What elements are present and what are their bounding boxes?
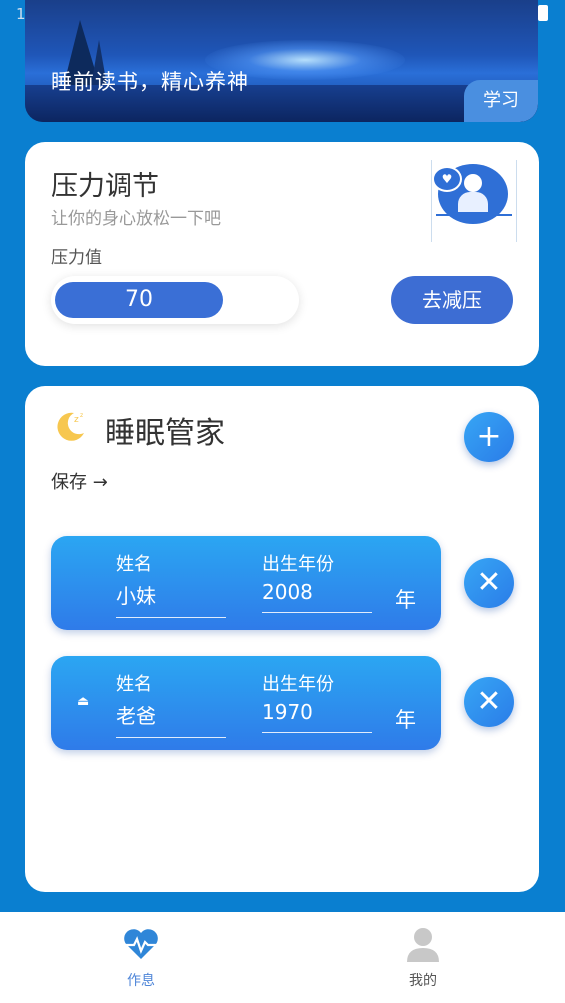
bottom-tab-bar: 作息 我的 (0, 912, 565, 1003)
delete-person-button[interactable]: ✕ (464, 558, 514, 608)
eject-icon: ⏏ (77, 694, 90, 709)
add-person-button[interactable]: + (464, 412, 514, 462)
meditation-illustration: ♥ (431, 160, 517, 242)
stress-progress-track: 70 (51, 276, 299, 324)
name-label: 姓名 (116, 674, 152, 695)
illustration-head (464, 174, 482, 192)
birth-year-label: 出生年份 (262, 674, 334, 695)
birth-year-field[interactable]: 2008 (262, 580, 372, 613)
svg-text:z: z (74, 415, 79, 425)
year-unit: 年 (395, 708, 416, 732)
heart-icon: ♥ (432, 166, 462, 192)
moon-icon: z z (52, 408, 86, 442)
tab-schedule[interactable]: 作息 (71, 912, 211, 1003)
user-icon (403, 924, 443, 964)
stress-title: 压力调节 (51, 171, 159, 202)
stress-progress-fill: 70 (55, 282, 223, 318)
svg-text:z: z (80, 412, 83, 419)
name-label: 姓名 (116, 554, 152, 575)
sleep-card: z z 睡眠管家 保存 → + 姓名 小妹 出生年份 2008 年 ✕ ⏏ 姓名… (25, 386, 539, 892)
year-unit: 年 (395, 588, 416, 612)
close-icon: ✕ (476, 565, 502, 600)
stress-value-label: 压力值 (51, 248, 102, 268)
relieve-stress-button[interactable]: 去减压 (391, 276, 513, 324)
person-card: 姓名 小妹 出生年份 2008 年 (51, 536, 441, 630)
learn-button[interactable]: 学习 (464, 80, 538, 122)
stress-subtitle: 让你的身心放松一下吧 (51, 209, 221, 229)
person-card: ⏏ 姓名 老爸 出生年份 1970 年 (51, 656, 441, 750)
save-link[interactable]: 保存 → (51, 468, 108, 494)
birth-year-field[interactable]: 1970 (262, 700, 372, 733)
plus-icon: + (476, 419, 502, 454)
illustration-body (458, 192, 488, 212)
birth-year-label: 出生年份 (262, 554, 334, 575)
sleep-title: 睡眠管家 (105, 416, 225, 451)
stress-card: 压力调节 让你的身心放松一下吧 压力值 70 去减压 ♥ (25, 142, 539, 366)
delete-person-button[interactable]: ✕ (464, 677, 514, 727)
tab-schedule-label: 作息 (127, 973, 155, 989)
reading-banner[interactable]: 睡前读书，精心养神 学习 (25, 0, 538, 122)
name-field[interactable]: 小妹 (116, 580, 226, 618)
illustration-base (436, 214, 512, 216)
close-icon: ✕ (476, 684, 502, 719)
tab-mine[interactable]: 我的 (353, 912, 493, 1003)
name-field[interactable]: 老爸 (116, 700, 226, 738)
heartbeat-icon (121, 924, 161, 964)
tab-mine-label: 我的 (409, 973, 437, 989)
battery-icon (538, 5, 548, 21)
banner-caption: 睡前读书，精心养神 (51, 70, 249, 94)
